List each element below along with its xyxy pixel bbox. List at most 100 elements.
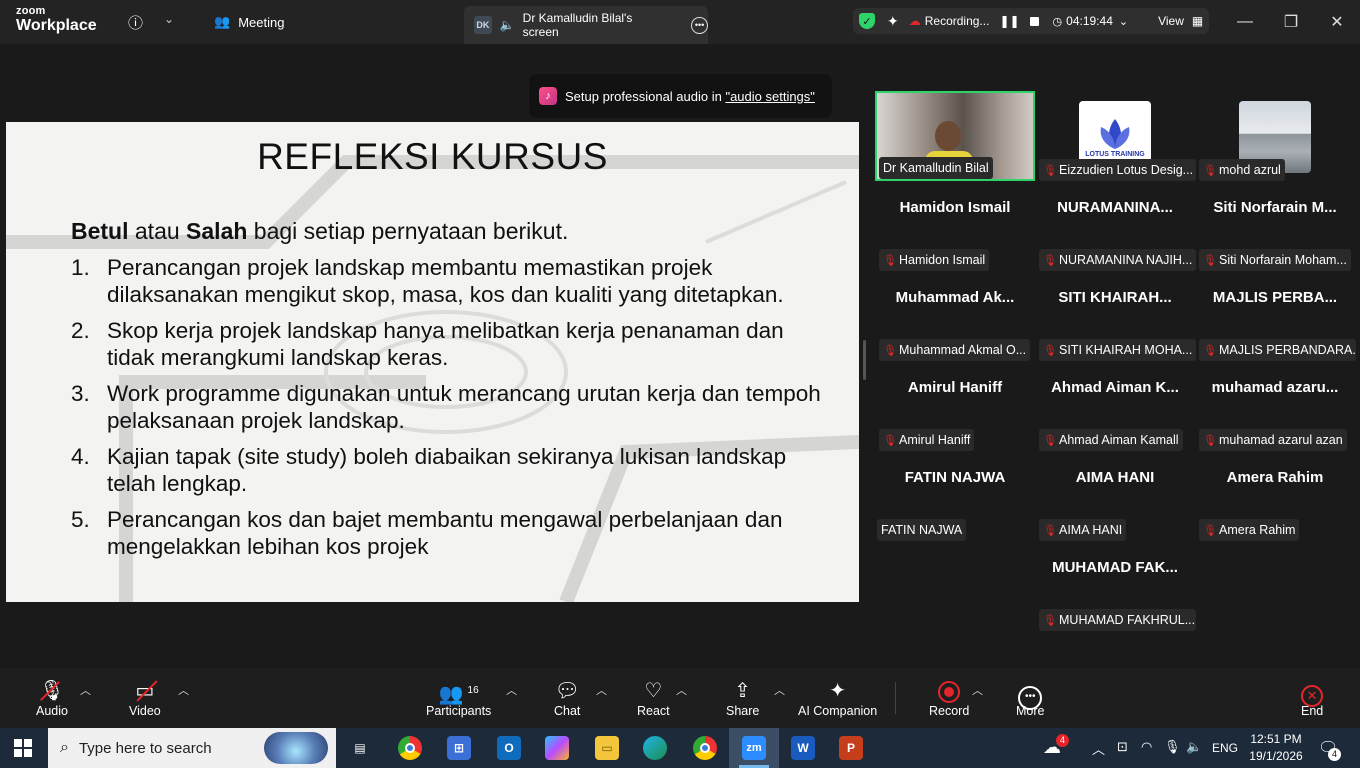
more-options-icon[interactable]: ••• [691, 16, 708, 34]
share-button[interactable]: ⇪ Share [726, 678, 759, 718]
meeting-button[interactable]: 👥 Meeting [214, 14, 284, 30]
audio-options-caret[interactable]: ︿ [80, 682, 91, 698]
participant-name-badge: 🎙︎ Muhammad Akmal O... [879, 339, 1031, 361]
participant-tile[interactable]: AIMA HANI 🎙︎ AIMA HANI [1035, 451, 1195, 541]
ai-sparkle-icon: ✦ [829, 680, 846, 702]
edge-icon[interactable] [643, 736, 667, 760]
participant-video-tile[interactable]: LOTUS TRAINING 🎙︎ Eizzudien Lotus Desig..… [1035, 91, 1196, 181]
statement-number: 4. [71, 444, 90, 469]
close-icon[interactable]: ✕ [1325, 10, 1349, 34]
intro-end: bagi setiap pernyataan berikut. [247, 218, 569, 244]
microphone-icon[interactable]: 🎙︎ [1164, 739, 1181, 755]
mic-muted-icon: 🎙︎ [1043, 434, 1057, 447]
chevron-down-icon[interactable]: ⌄ [1119, 15, 1128, 28]
audio-settings-tooltip: ♪ Setup professional audio in "audio set… [529, 74, 832, 118]
mic-muted-icon: 🎙︎ [883, 344, 897, 357]
mic-muted-icon: 🎙︎ [39, 680, 65, 702]
video-options-caret[interactable]: ︿ [178, 682, 189, 698]
participant-tile[interactable]: NURAMANINA... 🎙︎ NURAMANINA NAJIH... [1035, 181, 1196, 271]
ai-companion-label: AI Companion [798, 704, 878, 718]
wifi-icon[interactable]: ◠ [1141, 739, 1152, 755]
task-view-icon[interactable]: ▤ [348, 736, 372, 760]
audio-settings-link[interactable]: "audio settings" [725, 89, 814, 104]
zoom-taskbar-active[interactable]: zm [729, 728, 779, 768]
store-icon[interactable]: ⊞ [447, 736, 471, 760]
participant-video-tile[interactable]: Dr Kamalludin Bilal [875, 91, 1035, 181]
record-label: Record [929, 704, 970, 718]
chevron-down-icon[interactable]: ⌄ [164, 12, 174, 26]
participant-tile[interactable]: muhamad azaru... 🎙︎ muhamad azarul azan [1195, 361, 1355, 451]
share-tab-title: Dr Kamalludin Bilal's screen [522, 11, 633, 39]
participant-tile[interactable]: Hamidon Ismail 🎙︎ Hamidon Ismail [875, 181, 1035, 271]
record-options-caret[interactable]: ︿ [972, 682, 983, 698]
participants-button[interactable]: 👥 16 Participants [426, 678, 491, 718]
ai-sparkle-icon[interactable]: ✦ [887, 13, 899, 30]
statement-item: 4. Kajian tapak (site study) boleh diabai… [71, 444, 831, 497]
splitter-handle[interactable] [863, 340, 866, 380]
word-icon[interactable]: W [791, 736, 815, 760]
react-options-caret[interactable]: ︿ [676, 682, 687, 698]
statement-item: 1. Perancangan projek landskap membantu m… [71, 255, 831, 308]
chat-options-caret[interactable]: ︿ [596, 682, 607, 698]
outlook-icon[interactable]: O [497, 736, 521, 760]
grid-view-icon[interactable]: ▦ [1192, 14, 1203, 28]
participant-tile[interactable]: FATIN NAJWA FATIN NAJWA [875, 451, 1035, 541]
end-button[interactable]: ✕ End [1301, 678, 1323, 718]
participant-video-tile[interactable]: 🎙︎ mohd azrul [1195, 91, 1355, 181]
slide-title: REFLEKSI KURSUS [257, 136, 608, 177]
meet-now-icon[interactable]: ⊡ [1117, 739, 1128, 755]
cloud-record-icon: ☁ [908, 14, 921, 28]
statement-number: 1. [71, 255, 90, 280]
record-button[interactable]: Record [929, 678, 969, 718]
chat-button[interactable]: 💬︎ Chat [554, 678, 580, 718]
share-options-caret[interactable]: ︿ [774, 682, 785, 698]
windows-start-icon[interactable] [14, 739, 32, 757]
screen-share-tab[interactable]: DK 🔈 Dr Kamalludin Bilal's screen ••• [464, 6, 708, 44]
minimize-icon[interactable]: — [1233, 10, 1257, 34]
pause-recording-icon[interactable]: ❚❚ [999, 14, 1019, 28]
brand-small: zoom [16, 5, 46, 17]
language-indicator[interactable]: ENG [1212, 741, 1238, 755]
participant-tile[interactable]: Ahmad Aiman K... 🎙︎ Ahmad Aiman Kamall [1035, 361, 1195, 451]
participant-tile[interactable]: MAJLIS PERBA... 🎙︎ MAJLIS PERBANDARA... [1195, 271, 1356, 361]
participants-icon: 👥 16 [438, 683, 479, 706]
participant-tile[interactable]: Muhammad Ak... 🎙︎ Muhammad Akmal O... [875, 271, 1035, 361]
zoom-logo: zoom Workplace [16, 6, 97, 34]
participant-name: Muhammad Akmal O... [899, 343, 1027, 357]
ai-companion-button[interactable]: ✦ AI Companion [798, 678, 877, 718]
participant-tile[interactable]: Siti Norfarain M... 🎙︎ Siti Norfarain Moha… [1195, 181, 1355, 271]
chrome-profile-icon[interactable] [693, 736, 717, 760]
file-explorer-icon[interactable]: ▭ [595, 736, 619, 760]
audio-button[interactable]: 🎙︎ Audio [36, 678, 68, 718]
meeting-info-button[interactable]: ⓘ [128, 12, 143, 33]
react-button[interactable]: ♡ React [637, 678, 670, 718]
video-button[interactable]: ▭ Video [129, 678, 161, 718]
volume-icon[interactable]: 🔈 [1186, 739, 1202, 755]
participant-name-badge: 🎙︎ NURAMANINA NAJIH... [1039, 249, 1196, 271]
shared-slide: REFLEKSI KURSUS Betul atau Salah bagi se… [6, 122, 859, 602]
participant-tile[interactable]: Amirul Haniff 🎙︎ Amirul Haniff [875, 361, 1035, 451]
chrome-icon[interactable] [398, 736, 422, 760]
tooltip-text: Setup professional audio in "audio setti… [565, 89, 815, 104]
participant-tile[interactable]: Amera Rahim 🎙︎ Amera Rahim [1195, 451, 1355, 541]
more-button[interactable]: ••• More [1016, 678, 1044, 718]
view-label[interactable]: View [1158, 14, 1184, 28]
participant-name-badge: 🎙︎ Amirul Haniff [879, 429, 975, 451]
restore-icon[interactable]: ❐ [1279, 10, 1303, 34]
powerpoint-icon[interactable]: P [839, 736, 863, 760]
clock[interactable]: 12:51 PM 19/1/2026 [1248, 732, 1304, 763]
title-bar: zoom Workplace ⓘ ⌄ 👥 Meeting DK 🔈 Dr Kam… [0, 0, 1360, 44]
brand-large: Workplace [16, 17, 97, 34]
participant-tile[interactable]: MUHAMAD FAK... 🎙︎ MUHAMAD FAKHRUL... [1035, 541, 1196, 631]
taskbar-search-input[interactable]: ⌕ Type here to search [48, 728, 336, 768]
mic-muted-icon: 🎙︎ [1043, 164, 1057, 177]
stop-recording-icon[interactable] [1029, 16, 1039, 26]
chevron-up-icon[interactable]: ︿ [1092, 739, 1105, 758]
participant-name-badge: 🎙︎ SITI KHAIRAH MOHA... [1039, 339, 1196, 361]
participant-tile[interactable]: SITI KHAIRAH... 🎙︎ SITI KHAIRAH MOHA... [1035, 271, 1196, 361]
copilot-icon[interactable] [545, 736, 569, 760]
participant-name-badge: 🎙︎ Eizzudien Lotus Desig... [1039, 159, 1196, 181]
record-icon [938, 678, 961, 704]
shield-icon[interactable]: ✓ [859, 13, 875, 29]
participants-options-caret[interactable]: ︿ [506, 682, 517, 698]
